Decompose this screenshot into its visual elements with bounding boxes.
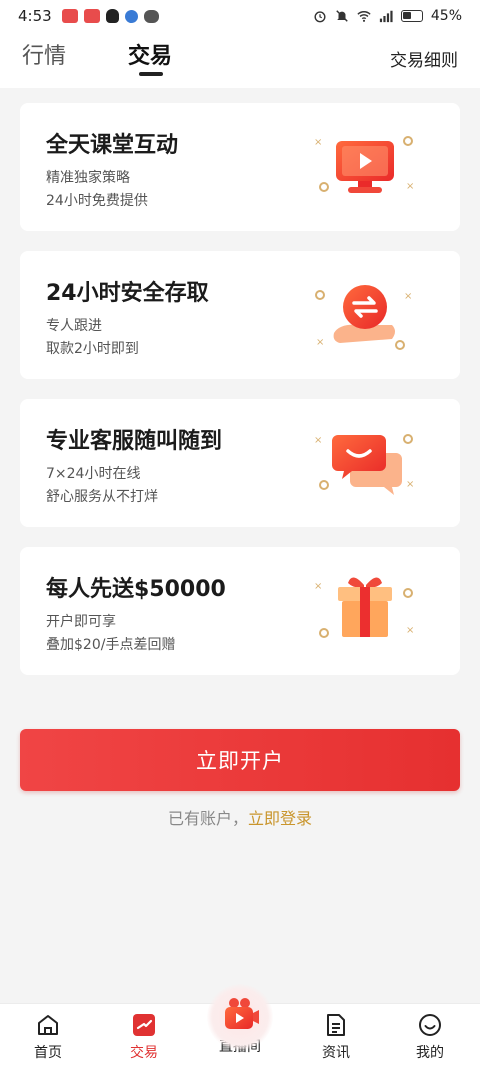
svg-text:×: × (406, 479, 414, 490)
card-line: 开户即可享 (46, 614, 116, 630)
login-row: 已有账户，立即登录 (0, 805, 480, 829)
feature-card-service: 专业客服随叫随到 7×24小时在线 舒心服务从不打烊 × × (20, 399, 460, 527)
battery-icon (400, 10, 423, 22)
svg-text:×: × (316, 337, 324, 348)
card-line: 叠加$20/手点差回赠 (46, 637, 176, 653)
gift-box-icon: × × (314, 577, 414, 638)
nav-trade-label: 交易 (130, 1045, 158, 1061)
trading-rules-link[interactable]: 交易细则 (390, 46, 458, 71)
nav-news[interactable]: 资讯 (296, 1012, 376, 1062)
nav-mine-label: 我的 (416, 1045, 444, 1061)
status-bar: 4:53 45% (0, 0, 480, 32)
card-line: 取款2小时即到 (46, 341, 139, 357)
qq-notification-icon (105, 9, 119, 23)
video-screen-icon: × × (314, 136, 414, 193)
exchange-arrows-icon: × × (315, 285, 412, 350)
nav-mine[interactable]: 我的 (390, 1012, 470, 1062)
feature-card-deposit: 24小时安全存取 专人跟进 取款2小时即到 × × (20, 251, 460, 379)
home-icon (38, 1015, 58, 1035)
alarm-icon (314, 11, 326, 23)
chat-bubble-icon: × × (314, 434, 414, 495)
battery-level: 45% (430, 8, 462, 24)
svg-text:×: × (404, 291, 412, 302)
wifi-icon (357, 11, 371, 22)
svg-text:×: × (406, 181, 414, 192)
signal-icon (379, 10, 393, 23)
card-line: 7×24小时在线 (46, 466, 141, 482)
svg-text:×: × (314, 435, 322, 446)
status-right: 45% (313, 8, 462, 24)
card-line: 专人跟进 (46, 318, 102, 334)
svg-text:×: × (314, 137, 322, 148)
app-notification-icon (61, 9, 78, 23)
card-title: 全天课堂互动 (46, 133, 179, 158)
app-notification-icon (83, 9, 100, 23)
mute-icon (336, 10, 348, 22)
status-left: 4:53 (18, 7, 159, 25)
card-title: 24小时安全存取 (46, 281, 209, 306)
nav-home-label: 首页 (34, 1045, 62, 1061)
live-video-icon[interactable] (221, 993, 261, 1033)
trade-icon (133, 1014, 155, 1036)
svg-text:×: × (406, 625, 414, 636)
profile-smile-icon (419, 1014, 441, 1036)
news-icon (327, 1014, 345, 1036)
header: 行情 交易 交易细则 (0, 32, 480, 88)
feature-card-bonus: 每人先送$50000 开户即可享 叠加$20/手点差回赠 × × (20, 547, 460, 675)
open-account-button[interactable]: 立即开户 (20, 729, 460, 791)
card-title: 专业客服随叫随到 (46, 429, 223, 454)
active-tab-indicator (139, 72, 163, 76)
svg-text:×: × (314, 581, 322, 592)
nav-trade[interactable]: 交易 (104, 1012, 184, 1062)
card-line: 精准独家策略 (46, 170, 130, 186)
login-prompt: 已有账户， (167, 809, 248, 828)
nav-home[interactable]: 首页 (8, 1012, 88, 1062)
login-link[interactable]: 立即登录 (248, 809, 312, 828)
feature-card-classroom: 全天课堂互动 精准独家策略 24小时免费提供 × × (20, 103, 460, 231)
status-time: 4:53 (18, 7, 52, 25)
card-line: 舒心服务从不打烊 (46, 489, 158, 505)
tab-trade[interactable]: 交易 (128, 38, 172, 70)
nav-news-label: 资讯 (322, 1045, 350, 1061)
card-title: 每人先送$50000 (46, 577, 226, 602)
browser-notification-icon (124, 9, 138, 23)
tab-market[interactable]: 行情 (22, 38, 66, 70)
wechat-notification-icon (143, 9, 159, 23)
card-line: 24小时免费提供 (46, 193, 148, 209)
